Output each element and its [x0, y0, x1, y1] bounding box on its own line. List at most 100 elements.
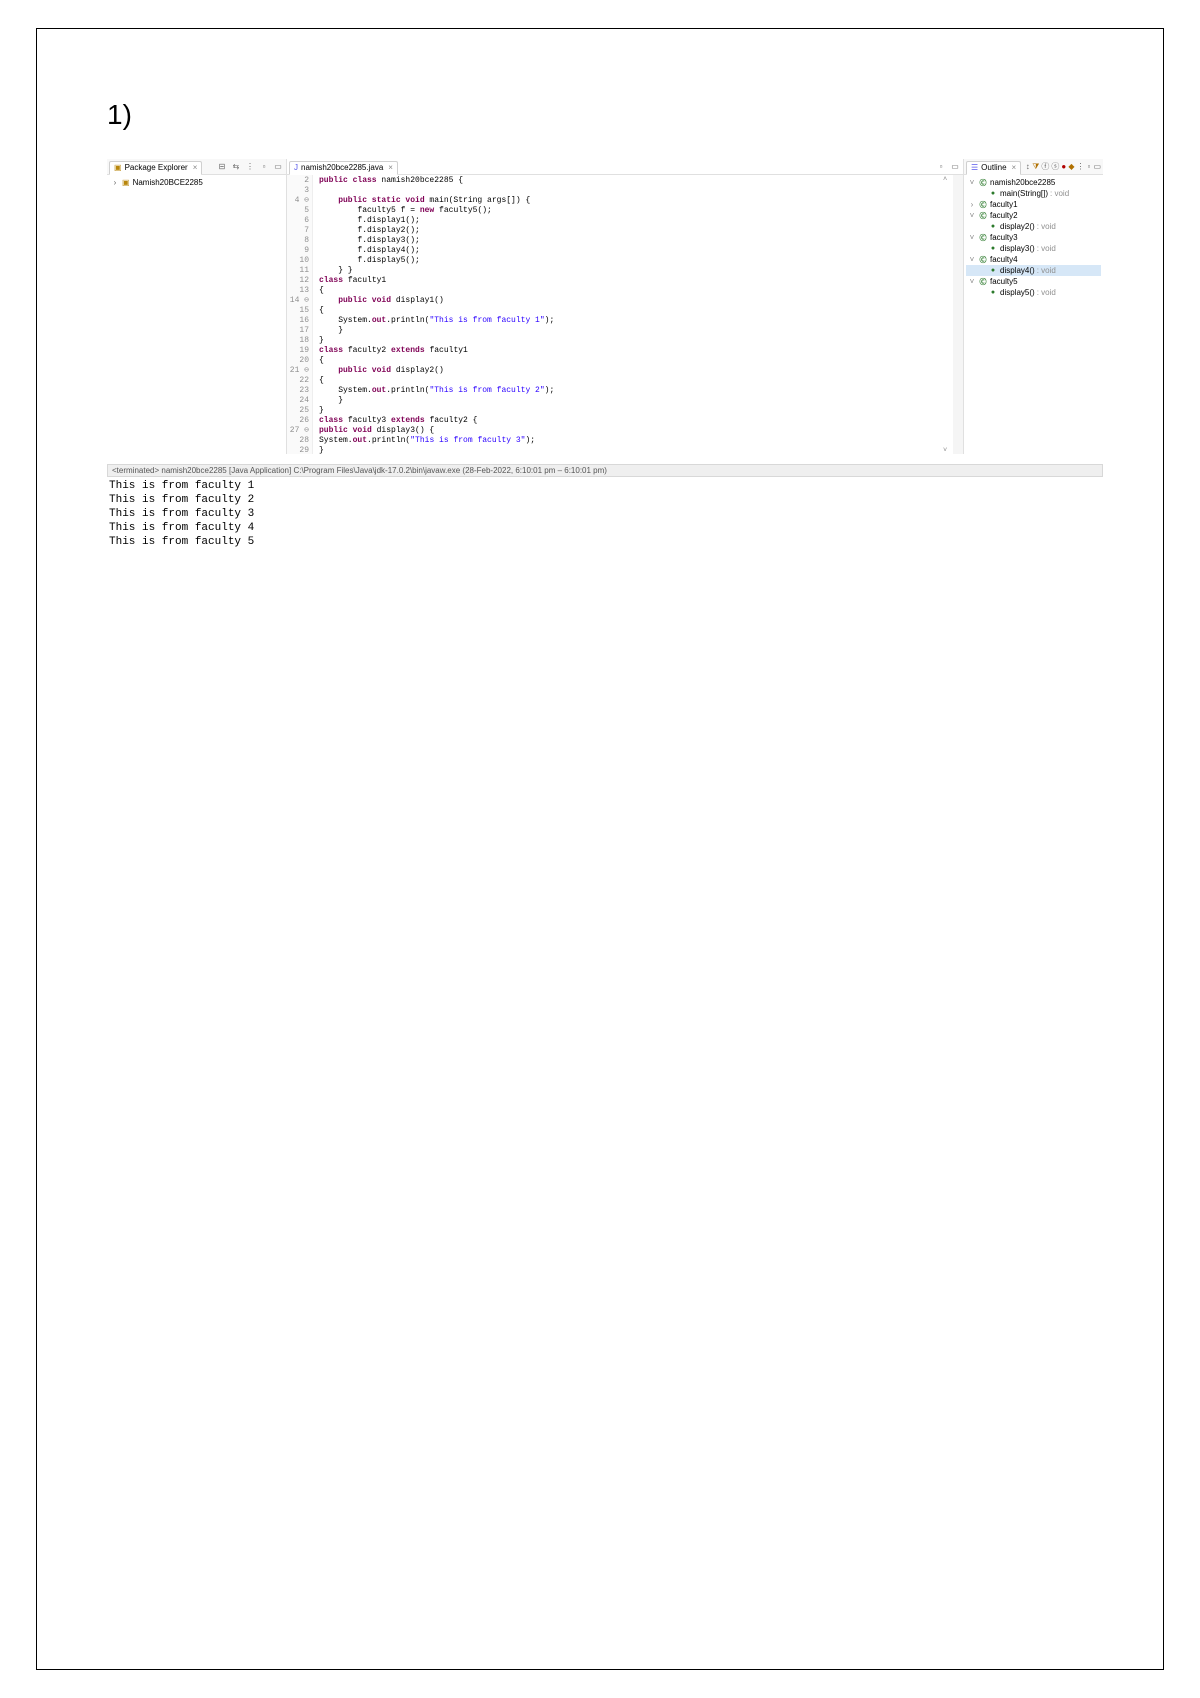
- line-number: 5: [287, 206, 309, 216]
- folder-icon: ▣: [114, 163, 122, 172]
- line-number: 29: [287, 446, 309, 454]
- outline-method-item[interactable]: ●display3() : void: [966, 243, 1101, 254]
- code-line[interactable]: {: [319, 286, 963, 296]
- code-line[interactable]: public class namish20bce2285 {: [319, 176, 963, 186]
- maximize-icon[interactable]: ▭: [949, 161, 961, 173]
- code-line[interactable]: f.display4();: [319, 246, 963, 256]
- code-line[interactable]: }: [319, 396, 963, 406]
- close-icon[interactable]: ×: [388, 163, 393, 172]
- code-line[interactable]: f.display3();: [319, 236, 963, 246]
- line-number: 6: [287, 216, 309, 226]
- method-icon: ●: [988, 189, 998, 199]
- filter-icon[interactable]: ⧩: [1032, 161, 1039, 173]
- chevron-down-icon[interactable]: ˅: [968, 277, 976, 286]
- outline-panel: ☰ Outline × ↕ ⧩ ⓕ ⓢ ● ◆ ⋮ ▫ ▭ ˅Ⓒnamish20…: [963, 159, 1103, 454]
- code-editor[interactable]: 234 ⊖567891011121314 ⊖15161718192021 ⊖22…: [287, 175, 963, 454]
- code-line[interactable]: {: [319, 356, 963, 366]
- code-line[interactable]: public void display2(): [319, 366, 963, 376]
- outline-item-label: main(String[]): [1000, 189, 1048, 198]
- console-line: This is from faculty 1: [109, 479, 1101, 493]
- console-output[interactable]: This is from faculty 1This is from facul…: [107, 477, 1103, 551]
- package-explorer-header: ▣ Package Explorer × ⊟ ⇆ ⋮ ▫ ▭: [107, 159, 286, 175]
- line-number: 11: [287, 266, 309, 276]
- code-line[interactable]: class faculty3 extends faculty2 {: [319, 416, 963, 426]
- code-line[interactable]: f.display1();: [319, 216, 963, 226]
- project-row[interactable]: › ▣ Namish20BCE2285: [111, 177, 282, 188]
- code-line[interactable]: System.out.println("This is from faculty…: [319, 316, 963, 326]
- line-number: 10: [287, 256, 309, 266]
- view-menu-icon[interactable]: ⋮: [1076, 161, 1084, 173]
- close-icon[interactable]: ×: [1012, 163, 1017, 172]
- minimize-icon[interactable]: ▫: [1086, 161, 1091, 173]
- code-line[interactable]: {: [319, 376, 963, 386]
- outline-item-label: faculty2: [990, 211, 1018, 220]
- line-number: 13: [287, 286, 309, 296]
- editor-tab-title: namish20bce2285.java: [301, 163, 383, 172]
- chevron-down-icon[interactable]: ˅: [968, 233, 976, 242]
- chevron-down-icon[interactable]: ˅: [968, 178, 976, 187]
- minimize-icon[interactable]: ▫: [258, 161, 270, 173]
- line-number: 12: [287, 276, 309, 286]
- code-line[interactable]: }: [319, 406, 963, 416]
- code-line[interactable]: public static void main(String args[]) {: [319, 196, 963, 206]
- line-number: 21 ⊖: [287, 366, 309, 376]
- package-explorer-tab[interactable]: ▣ Package Explorer ×: [109, 161, 202, 175]
- maximize-icon[interactable]: ▭: [1093, 161, 1101, 173]
- close-icon[interactable]: ×: [193, 163, 198, 172]
- outline-method-item[interactable]: ●display4() : void: [966, 265, 1101, 276]
- chevron-down-icon[interactable]: ›: [968, 200, 976, 209]
- sort-icon[interactable]: ↕: [1025, 161, 1030, 173]
- code-line[interactable]: public void display3() {: [319, 426, 963, 436]
- code-line[interactable]: class faculty1: [319, 276, 963, 286]
- code-line[interactable]: [319, 186, 963, 196]
- line-number: 4 ⊖: [287, 196, 309, 206]
- outline-class-item[interactable]: ˅Ⓒfaculty5: [966, 276, 1101, 287]
- code-line[interactable]: } }: [319, 266, 963, 276]
- code-line[interactable]: public void display1(): [319, 296, 963, 306]
- minimize-icon[interactable]: ▫: [935, 161, 947, 173]
- outline-class-item[interactable]: ˅Ⓒfaculty4: [966, 254, 1101, 265]
- collapse-all-icon[interactable]: ⊟: [216, 161, 228, 173]
- outline-item-label: faculty1: [990, 200, 1018, 209]
- hide-local-icon[interactable]: ◆: [1068, 161, 1074, 173]
- editor-tab[interactable]: J namish20bce2285.java ×: [289, 161, 398, 175]
- outline-tab[interactable]: ☰ Outline ×: [966, 161, 1021, 175]
- line-number: 7: [287, 226, 309, 236]
- outline-method-item[interactable]: ●main(String[]) : void: [966, 188, 1101, 199]
- chevron-right-icon[interactable]: ›: [111, 178, 119, 187]
- outline-return-type: : void: [1037, 266, 1056, 275]
- outline-class-item[interactable]: ˅Ⓒnamish20bce2285: [966, 177, 1101, 188]
- outline-method-item[interactable]: ●display2() : void: [966, 221, 1101, 232]
- hide-fields-icon[interactable]: ⓕ: [1041, 161, 1049, 173]
- hide-static-icon[interactable]: ⓢ: [1051, 161, 1059, 173]
- link-editor-icon[interactable]: ⇆: [230, 161, 242, 173]
- ide-container: ▣ Package Explorer × ⊟ ⇆ ⋮ ▫ ▭ › ▣ Nami: [107, 159, 1103, 551]
- code-line[interactable]: f.display5();: [319, 256, 963, 266]
- code-line[interactable]: System.out.println("This is from faculty…: [319, 436, 963, 446]
- outline-class-item[interactable]: ˅Ⓒfaculty3: [966, 232, 1101, 243]
- outline-class-item[interactable]: ›Ⓒfaculty1: [966, 199, 1101, 210]
- view-menu-icon[interactable]: ⋮: [244, 161, 256, 173]
- code-line[interactable]: {: [319, 306, 963, 316]
- hide-nonpublic-icon[interactable]: ●: [1061, 161, 1066, 173]
- package-explorer-title: Package Explorer: [125, 163, 188, 172]
- method-icon: ●: [988, 244, 998, 254]
- line-number: 24: [287, 396, 309, 406]
- package-explorer-tree[interactable]: › ▣ Namish20BCE2285: [107, 175, 286, 454]
- maximize-icon[interactable]: ▭: [272, 161, 284, 173]
- code-line[interactable]: System.out.println("This is from faculty…: [319, 386, 963, 396]
- code-line[interactable]: }: [319, 446, 963, 454]
- code-line[interactable]: faculty5 f = new faculty5();: [319, 206, 963, 216]
- line-number: 26: [287, 416, 309, 426]
- outline-tree[interactable]: ˅Ⓒnamish20bce2285●main(String[]) : void›…: [964, 175, 1103, 454]
- chevron-down-icon[interactable]: ˅: [968, 211, 976, 220]
- code-line[interactable]: f.display2();: [319, 226, 963, 236]
- code-line[interactable]: }: [319, 326, 963, 336]
- chevron-down-icon[interactable]: ˅: [968, 255, 976, 264]
- code-line[interactable]: }: [319, 336, 963, 346]
- outline-method-item[interactable]: ●display5() : void: [966, 287, 1101, 298]
- outline-class-item[interactable]: ˅Ⓒfaculty2: [966, 210, 1101, 221]
- outline-return-type: : void: [1037, 244, 1056, 253]
- code-line[interactable]: class faculty2 extends faculty1: [319, 346, 963, 356]
- outline-item-label: display2(): [1000, 222, 1035, 231]
